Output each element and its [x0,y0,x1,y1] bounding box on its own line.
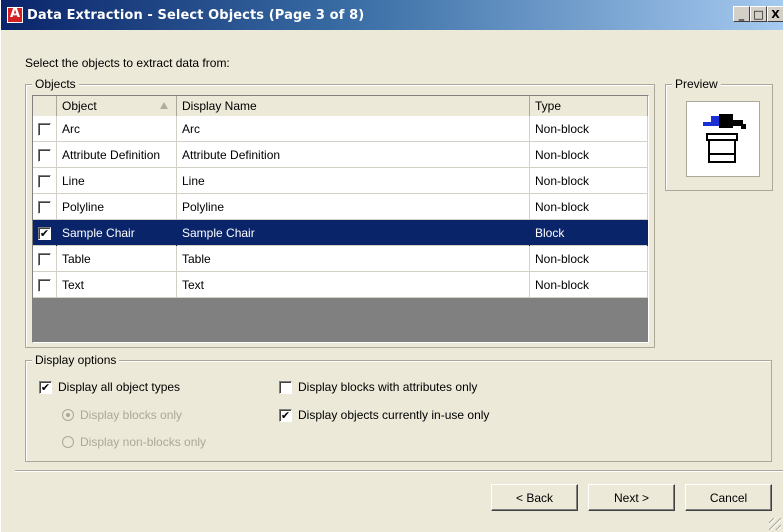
type-cell: Non-block [530,168,648,194]
listview-body: Arc Arc Non-block Attribute Definition Attri… [33,116,648,298]
button-separator [15,470,783,472]
sort-ascending-icon [160,102,168,109]
object-cell: Table [57,246,177,272]
title-buttons: _ □ X [733,6,783,22]
table-row[interactable]: ✔ Sample Chair Sample Chair Block [33,220,648,246]
blocks-with-attributes-label: Display blocks with attributes only [298,380,478,394]
blocks-with-attributes-checkbox[interactable] [279,380,292,394]
row-checkbox[interactable] [38,148,51,162]
cancel-button[interactable]: Cancel [685,484,772,511]
column-header-label: Display Name [182,99,257,113]
row-checkbox[interactable]: ✔ [38,226,51,240]
preview-group-label: Preview [672,77,721,91]
dialog-window: Data Extraction - Select Objects (Page 3… [0,0,783,532]
title-bar[interactable]: Data Extraction - Select Objects (Page 3… [1,0,783,30]
display-options-label: Display options [32,353,120,367]
instruction-text: Select the objects to extract data from: [25,56,230,70]
display-name-cell[interactable]: Polyline [177,194,530,220]
in-use-only-checkbox[interactable]: ✔ [279,408,292,422]
display-name-cell[interactable]: Table [177,246,530,272]
object-cell: Arc [57,116,177,142]
type-cell: Non-block [530,194,648,220]
object-cell: Sample Chair [57,220,177,246]
row-checkbox[interactable] [38,122,51,136]
row-checkbox[interactable] [38,278,51,292]
row-checkbox-cell [33,168,57,194]
resize-grip-icon[interactable] [769,518,781,530]
preview-thumbnail [686,101,760,177]
table-row[interactable]: Attribute Definition Attribute Definition… [33,142,648,168]
row-checkbox-cell [33,116,57,142]
blocks-only-option[interactable]: Display blocks only [62,408,182,422]
objects-group: Objects Object Display Name Type Arc Arc N… [25,77,655,348]
in-use-only-option[interactable]: ✔ Display objects currently in-use only [279,408,489,422]
window-title: Data Extraction - Select Objects (Page 3… [27,7,365,23]
object-cell: Attribute Definition [57,142,177,168]
display-all-types-checkbox[interactable]: ✔ [39,380,52,394]
row-checkbox-cell [33,194,57,220]
type-cell: Non-block [530,142,648,168]
preview-group: Preview [665,77,773,191]
nonblocks-only-radio[interactable] [62,436,74,448]
blocks-with-attributes-option[interactable]: Display blocks with attributes only [279,380,477,394]
display-options-group: Display options ✔ Display all object typ… [25,353,772,462]
table-row[interactable]: Line Line Non-block [33,168,648,194]
column-header-display-name[interactable]: Display Name [177,96,530,116]
display-name-cell[interactable]: Text [177,272,530,298]
objects-group-label: Objects [32,77,79,91]
blocks-only-radio[interactable] [62,409,74,421]
row-checkbox[interactable] [38,174,51,188]
blocks-only-label: Display blocks only [80,408,183,422]
display-name-cell[interactable]: Sample Chair [177,220,530,246]
chair-block-preview-icon [703,114,746,163]
type-cell: Non-block [530,272,648,298]
display-name-cell[interactable]: Attribute Definition [177,142,530,168]
table-row[interactable]: Polyline Polyline Non-block [33,194,648,220]
listview-header: Object Display Name Type [33,96,648,116]
object-cell: Text [57,272,177,298]
table-row[interactable]: Text Text Non-block [33,272,648,298]
row-checkbox[interactable] [38,252,51,266]
display-all-types-label: Display all object types [58,380,181,394]
column-header-label: Type [535,99,562,113]
autocad-app-icon[interactable] [7,6,23,23]
column-header-label: Object [62,99,97,113]
nonblocks-only-label: Display non-blocks only [80,435,207,449]
back-button[interactable]: < Back [491,484,578,511]
maximize-button[interactable]: □ [750,6,767,22]
type-cell: Non-block [530,246,648,272]
column-header-type[interactable]: Type [530,96,648,116]
column-header-check[interactable] [33,96,57,116]
row-checkbox-cell [33,272,57,298]
row-checkbox-cell: ✔ [33,220,57,246]
column-header-object[interactable]: Object [57,96,177,116]
display-name-cell[interactable]: Line [177,168,530,194]
type-cell: Block [530,220,648,246]
object-cell: Polyline [57,194,177,220]
object-cell: Line [57,168,177,194]
table-row[interactable]: Table Table Non-block [33,246,648,272]
row-checkbox[interactable] [38,200,51,214]
objects-listview[interactable]: Object Display Name Type Arc Arc Non-block… [32,95,649,343]
in-use-only-label: Display objects currently in-use only [298,408,490,422]
display-all-types-option[interactable]: ✔ Display all object types [39,380,180,394]
display-name-cell[interactable]: Arc [177,116,530,142]
minimize-button[interactable]: _ [733,6,750,22]
next-button[interactable]: Next > [588,484,675,511]
row-checkbox-cell [33,142,57,168]
row-checkbox-cell [33,246,57,272]
nonblocks-only-option[interactable]: Display non-blocks only [62,435,206,449]
table-row[interactable]: Arc Arc Non-block [33,116,648,142]
type-cell: Non-block [530,116,648,142]
close-button[interactable]: X [767,6,783,22]
